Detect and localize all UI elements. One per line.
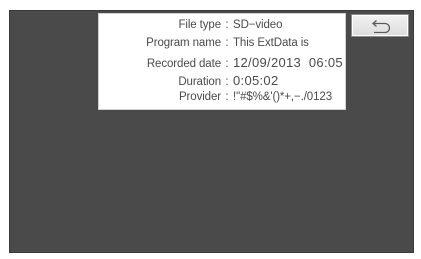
recorded-date-row: Recorded date : 12/09/2013 06:05 bbox=[99, 55, 347, 73]
file-type-separator: : bbox=[225, 19, 229, 31]
program-name-value: This ExtData is bbox=[233, 37, 309, 49]
file-type-label: File type bbox=[178, 19, 221, 31]
duration-label: Duration bbox=[178, 76, 221, 88]
file-info-panel: File type : SD−video Program name : This… bbox=[98, 13, 346, 110]
program-name-label: Program name bbox=[146, 37, 221, 49]
program-name-separator: : bbox=[225, 37, 229, 49]
duration-value: 0:05:02 bbox=[233, 73, 279, 88]
recorded-date-value: 12/09/2013 06:05 bbox=[233, 55, 343, 70]
file-type-value: SD−video bbox=[233, 19, 283, 31]
recorded-date-separator: : bbox=[225, 58, 229, 70]
recorded-date-label: Recorded date bbox=[146, 58, 221, 70]
provider-label: Provider bbox=[178, 91, 221, 103]
screen: File type : SD−video Program name : This… bbox=[9, 10, 414, 253]
provider-value: !"#$%&'()*+,−./0123 bbox=[233, 91, 332, 103]
duration-separator: : bbox=[225, 76, 229, 88]
program-name-row: Program name : This ExtData is bbox=[99, 37, 347, 55]
return-arrow-icon bbox=[372, 19, 391, 33]
provider-row: Provider : !"#$%&'()*+,−./0123 bbox=[99, 91, 347, 109]
duration-row: Duration : 0:05:02 bbox=[99, 73, 347, 91]
file-type-row: File type : SD−video bbox=[99, 19, 347, 37]
back-button[interactable] bbox=[351, 14, 409, 37]
provider-separator: : bbox=[225, 91, 229, 103]
